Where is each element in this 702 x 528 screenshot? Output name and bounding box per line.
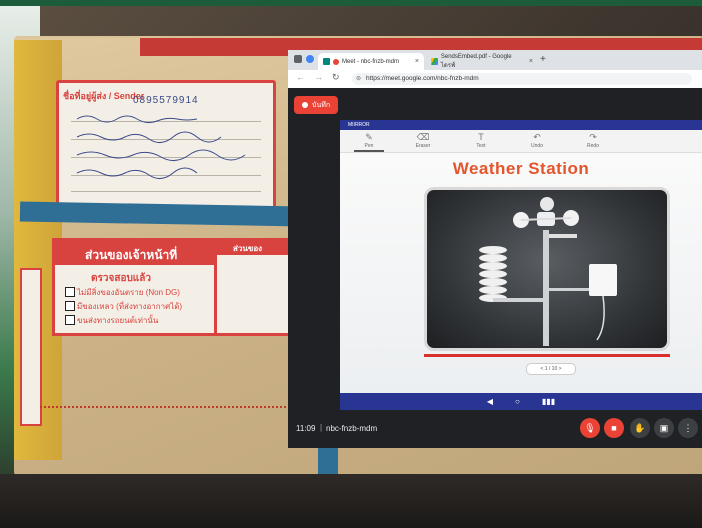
eraser-icon: ⌫ [416,132,430,142]
weather-station-photo [424,187,670,351]
checked-label: ตรวจสอบแล้ว [91,273,151,284]
slide-title: Weather Station [452,159,590,178]
close-tab-icon[interactable]: × [415,58,419,65]
raise-hand-button[interactable]: ✋ [630,418,650,438]
vertical-label [20,268,42,426]
recording-label: บันทึก [312,101,331,109]
check-item-text: ไม่มีสิ่งของอันตราย (Non DG) [77,288,180,297]
officer-label-header: ส่วนของเจ้าหน้าที่ [85,248,178,262]
slide-pager[interactable]: < 1 / 10 > [526,363,576,375]
checkbox [65,301,75,311]
handwriting [76,115,246,179]
android-recents-icon[interactable]: ▮▮▮ [542,397,555,406]
close-tab-icon[interactable]: × [529,58,533,65]
address-bar: ← → ↻ https://meet.google.com/nbc-fnzb-m… [288,70,702,89]
checkbox [65,315,75,325]
text-icon: T [478,132,484,142]
eraser-tool[interactable]: ⌫ Eraser [408,132,438,149]
meet-favicon [323,58,330,65]
more-options-button[interactable]: ⋮ [678,418,698,438]
tab-drive[interactable]: SendsEmbed.pdf - Google ไดรฟ์ × [426,53,538,70]
hand-icon: ✋ [634,422,646,433]
officer-label-right: ส่วนของ [214,238,298,336]
annotation-toolbar: ✎ Pen ⌫ Eraser T Text ↶ Undo ↷ Redo [340,130,702,153]
tab-meet[interactable]: Meet - nbc-fnzb-mdm × [318,53,424,70]
url-text: https://meet.google.com/nbc-fnzb-mdm [366,75,479,82]
meet-control-bar: 11:09 | nbc-fnzb-mdm 🎙 ■ ✋ ▣ ⋮ [288,410,702,448]
tab-bar: Meet - nbc-fnzb-mdm × SendsEmbed.pdf - G… [288,50,702,70]
slide-underline [424,354,670,357]
browser-window: Meet - nbc-fnzb-mdm × SendsEmbed.pdf - G… [288,50,702,448]
url-field[interactable]: https://meet.google.com/nbc-fnzb-mdm [352,73,692,85]
sender-phone: 0895579914 [133,95,199,106]
text-tool[interactable]: T Text [466,132,496,149]
profile-icon[interactable] [306,55,314,63]
undo-tool[interactable]: ↶ Undo [522,132,552,149]
pen-icon: ✎ [365,132,373,142]
check-item-text: ขนส่งทางรถยนต์เท่านั้น [77,316,159,325]
new-tab-button[interactable]: + [540,54,546,65]
camera-off-button[interactable]: ■ [604,418,624,438]
drive-favicon [431,58,438,65]
record-dot-icon [302,102,308,108]
pen-tool[interactable]: ✎ Pen [354,132,384,152]
presentation-app-name: MIIRROR [348,122,370,128]
android-home-icon[interactable]: ○ [515,397,520,406]
tab-title: Meet - nbc-fnzb-mdm [342,58,400,65]
presentation-topbar: MIIRROR [340,120,702,130]
top-band [0,0,702,6]
recording-button[interactable]: บันทึก [294,96,339,114]
site-info-icon[interactable]: ⊜ [356,75,361,82]
checkbox [65,287,75,297]
tab-title: SendsEmbed.pdf - Google ไดรฟ์ [440,53,512,69]
android-back-icon[interactable]: ◀ [487,397,493,406]
officer-label: ส่วนของเจ้าหน้าที่ ตรวจสอบแล้ว ไม่มีสิ่ง… [52,238,218,336]
undo-icon: ↶ [533,132,541,142]
sender-label: ชื่อที่อยู่ผู้ส่ง / Sender 0895579914 [56,80,276,210]
meeting-code: nbc-fnzb-mdm [326,424,378,433]
more-vert-icon: ⋮ [683,422,693,433]
mic-off-button[interactable]: 🎙 [580,418,600,438]
shared-screen: MIIRROR ✎ Pen ⌫ Eraser T Text ↶ Undo ↷ Redo W… [340,120,702,410]
check-item-text: มีของเหลว (ที่ส่งทางอากาศได้) [77,302,183,311]
redo-icon: ↷ [589,132,597,142]
present-button[interactable]: ▣ [654,418,674,438]
mic-off-icon: 🎙 [584,422,596,433]
present-icon: ▣ [659,422,669,433]
meet-stage: บันทึก MIIRROR ✎ Pen ⌫ Eraser T Text ↶ Undo … [288,88,702,448]
reload-icon[interactable]: ↻ [332,72,340,83]
officer-label-right-header: ส่วนของ [233,244,263,253]
dotted-line [40,406,290,409]
weather-station-illustration [479,197,617,346]
slide: Weather Station < 1 / 10 > [340,153,702,393]
bottom-shadow [0,474,702,528]
meeting-time: 11:09 [296,424,316,433]
camera-off-icon: ■ [611,423,617,433]
forward-icon[interactable]: → [314,72,323,82]
window-menu-icon[interactable] [294,55,302,63]
android-nav-bar: ◀ ○ ▮▮▮ [340,393,702,410]
separator: | [320,423,323,432]
recording-dot-icon [333,58,339,65]
redo-tool[interactable]: ↷ Redo [578,132,608,149]
back-icon[interactable]: ← [296,72,305,82]
